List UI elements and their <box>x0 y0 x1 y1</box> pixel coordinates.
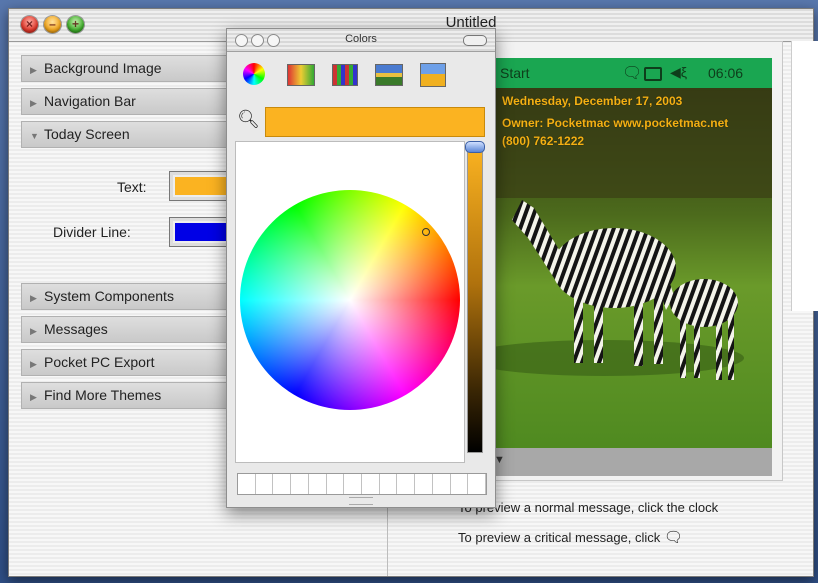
section-label: Find More Themes <box>44 387 162 403</box>
section-label: Background Image <box>44 60 162 76</box>
disclosure-right-icon: ▶ <box>30 326 37 336</box>
disclosure-right-icon: ▶ <box>30 359 37 369</box>
swatch-well[interactable] <box>450 474 469 494</box>
pocketpc-command-bar: ▼ <box>484 448 772 476</box>
resize-grip[interactable] <box>349 497 373 505</box>
swatch-well[interactable] <box>291 474 309 494</box>
disclosure-down-icon: ▼ <box>30 131 39 141</box>
color-wheel-cursor[interactable] <box>422 228 430 236</box>
critical-message-text: To preview a critical message, click <box>458 530 661 545</box>
swatch-well[interactable] <box>415 474 433 494</box>
preview-scroll-strip <box>791 41 818 311</box>
today-owner: Owner: Pocketmac www.pocketmac.net <box>502 116 729 130</box>
background-image-zebras: Wednesday, December 17, 2003 Owner: Pock… <box>484 88 772 448</box>
disclosure-right-icon: ▶ <box>30 392 37 402</box>
swatch-well[interactable] <box>344 474 363 494</box>
toolbar-toggle-button[interactable] <box>463 35 487 46</box>
color-wheel-tool[interactable] <box>241 61 271 87</box>
swatch-well[interactable] <box>308 474 327 494</box>
image-palettes-tool[interactable] <box>373 61 403 87</box>
normal-message-hint: To preview a normal message, click the c… <box>458 500 719 515</box>
colors-titlebar[interactable]: Colors <box>227 29 495 52</box>
color-palettes-icon <box>332 64 358 86</box>
section-label: Messages <box>44 321 108 337</box>
critical-message-hint: To preview a critical message, click 🗨 <box>458 528 683 546</box>
swatch-well[interactable] <box>397 474 416 494</box>
color-palettes-tool[interactable] <box>329 61 359 87</box>
divider-line-label: Divider Line: <box>53 224 131 240</box>
message-bubble-icon: 🗨 <box>622 65 643 82</box>
swatch-well[interactable] <box>273 474 292 494</box>
disclosure-right-icon: ▶ <box>30 98 37 108</box>
battery-icon <box>644 67 662 81</box>
swatch-well[interactable] <box>238 474 256 494</box>
colors-title: Colors <box>345 33 377 45</box>
color-picker-row: 🔍︎ <box>235 107 485 137</box>
today-date: Wednesday, December 17, 2003 <box>502 94 683 108</box>
pocketpc-nav-bar[interactable]: Start 🗨 ◀ξ 06:06 <box>484 58 772 88</box>
swatch-well[interactable] <box>432 474 451 494</box>
color-wheel-icon <box>243 63 265 85</box>
color-wheel-area <box>235 141 465 463</box>
color-sliders-icon <box>287 64 315 86</box>
colors-panel: Colors 🔍︎ <box>226 28 496 508</box>
disclosure-right-icon: ▶ <box>30 65 37 75</box>
swatch-well[interactable] <box>362 474 380 494</box>
section-label: Navigation Bar <box>44 93 136 109</box>
speech-bubble-icon[interactable]: 🗨 <box>664 529 683 546</box>
section-label: Today Screen <box>44 126 130 142</box>
color-wheel[interactable] <box>240 190 460 410</box>
swatch-well[interactable] <box>468 474 487 494</box>
color-sliders-tool[interactable] <box>285 61 315 87</box>
image-palettes-icon <box>375 64 403 86</box>
swatch-well[interactable] <box>255 474 274 494</box>
crayons-tool[interactable] <box>417 61 447 87</box>
clock-time[interactable]: 06:06 <box>708 65 743 81</box>
disclosure-right-icon: ▶ <box>30 293 37 303</box>
section-label: Pocket PC Export <box>44 354 155 370</box>
today-phone: (800) 762-1222 <box>502 134 585 148</box>
section-label: System Components <box>44 288 174 304</box>
color-swatch-wells <box>237 473 487 495</box>
magnifier-icon[interactable]: 🔍︎ <box>237 109 260 130</box>
swatch-well[interactable] <box>326 474 345 494</box>
text-color-label: Text: <box>117 179 147 195</box>
crayons-icon <box>420 63 446 87</box>
speaker-icon: ◀ξ <box>670 64 688 80</box>
swatch-well[interactable] <box>379 474 398 494</box>
start-label: Start <box>500 65 530 81</box>
brightness-slider-knob[interactable] <box>465 141 485 153</box>
current-color-swatch[interactable] <box>265 107 485 137</box>
brightness-slider[interactable] <box>467 145 483 453</box>
